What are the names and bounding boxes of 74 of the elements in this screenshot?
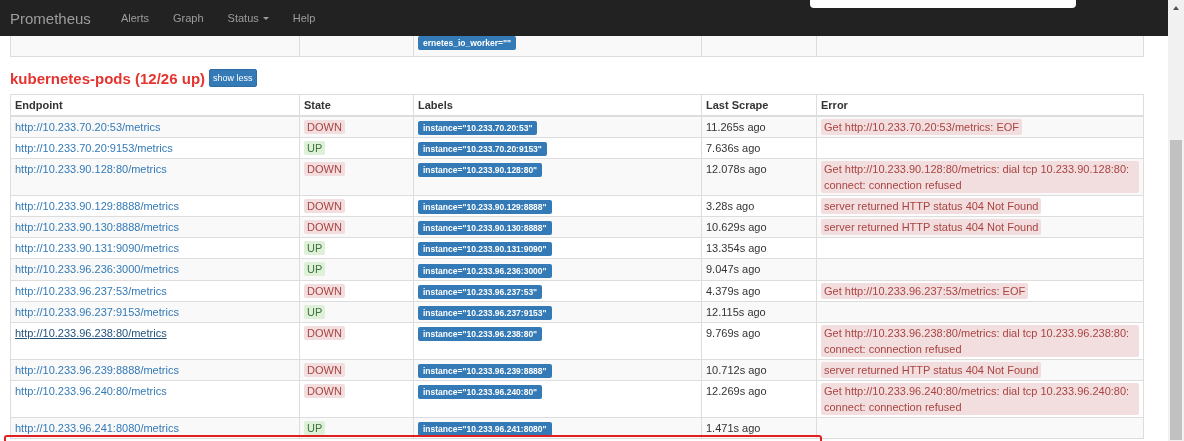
label-tag: instance="10.233.70.20:9153" [418,142,547,157]
last-scrape-text: 12.078s ago [706,163,767,176]
last-scrape-text: 12.115s ago [706,305,766,318]
last-scrape-text: 13.354s ago [706,242,767,255]
column-header: Last Scrape [701,95,816,115]
state-tag: UP [304,420,326,435]
label-tag: ernetes_io_worker="" [418,36,517,51]
column-header: Error [816,95,1143,115]
state-tag: UP [304,304,326,319]
state-tag: DOWN [304,383,345,398]
endpoint-link[interactable]: http://10.233.70.20:9153/metrics [15,142,173,155]
label-tag: instance="10.233.96.238:80" [418,326,543,341]
label-tag: instance="10.233.96.237:9153" [418,305,552,320]
last-scrape-text: 9.769s ago [706,326,761,339]
endpoint-link[interactable]: http://10.233.96.241:8080/metrics [15,421,179,434]
column-header: Labels [413,95,701,115]
endpoint-link[interactable]: http://10.233.96.239:8888/metrics [15,363,179,376]
endpoint-link[interactable]: http://10.233.90.131:9090/metrics [15,242,179,255]
state-tag: DOWN [304,162,345,177]
label-tag: instance="10.233.96.237:53" [418,284,543,299]
caret-icon [262,16,269,20]
label-tag: instance="10.233.96.241:8080" [418,421,552,436]
error-message: Get http://10.233.70.20:53/metrics: EOF [821,119,1023,135]
state-tag: DOWN [304,283,345,298]
label-tag: instance="10.233.96.240:80" [418,384,543,399]
last-scrape-text: 9.047s ago [706,263,761,276]
error-message: Get http://10.233.96.240:80/metrics: dial tcp 10.233.96.240:80: connect: connection refused [821,382,1139,415]
state-tag: UP [304,262,326,277]
endpoint-link[interactable]: http://10.233.90.130:8888/metrics [15,221,179,234]
nav-link[interactable]: Alerts [108,12,161,24]
last-scrape-text: 3.28s ago [706,200,755,213]
last-scrape-text: 1.471s ago [706,421,761,434]
label-tag: instance="10.233.96.236:3000" [418,263,552,278]
endpoint-link[interactable]: http://10.233.70.20:53/metrics [15,121,161,133]
endpoint-link[interactable]: http://10.233.96.240:80/metrics [15,384,167,397]
label-tag: instance="10.233.90.128:80" [418,163,543,178]
state-tag: DOWN [304,120,345,134]
nav-link[interactable]: Help [280,12,328,24]
label-tag: instance="10.233.90.129:8888" [418,200,552,215]
endpoint-link[interactable]: http://10.233.96.237:53/metrics [15,284,167,297]
nav-link[interactable]: Status [215,12,281,24]
label-tag: instance="10.233.90.130:8888" [418,221,552,236]
state-tag: DOWN [304,220,345,235]
column-header: Endpoint [14,98,64,113]
last-scrape-text: 10.629s ago [706,221,767,234]
state-tag: DOWN [304,199,345,214]
endpoint-link[interactable]: http://10.233.96.237:9153/metrics [15,305,179,318]
error-message: Get http://10.233.96.237:53/metrics: EOF [821,282,1029,299]
last-scrape-text: 11.265s ago [706,121,766,133]
label-tag: instance="10.233.90.131:9090" [418,242,552,257]
label-tag: instance="10.233.96.239:8888" [418,363,552,378]
error-message: server returned HTTP status 404 Not Found [821,198,1042,215]
state-tag: DOWN [304,325,345,340]
column-header: State [299,95,413,115]
nav-link[interactable]: Graph [161,12,216,24]
brand-link[interactable]: Prometheus [10,9,91,27]
error-message: server returned HTTP status 404 Not Found [821,361,1042,378]
last-scrape-text: 7.636s ago [706,142,761,155]
last-scrape-text: 12.269s ago [706,384,767,397]
last-scrape-text: 4.379s ago [706,284,761,297]
endpoint-link[interactable]: http://10.233.96.236:3000/metrics [15,263,179,276]
error-message: Get http://10.233.96.238:80/metrics: dial tcp 10.233.96.238:80: connect: connection refused [821,324,1139,357]
show-less-button[interactable]: show less [209,69,257,87]
error-message: Get http://10.233.90.128:80/metrics: dial tcp 10.233.90.128:80: connect: connection refused [821,161,1139,194]
endpoint-link[interactable]: http://10.233.90.129:8888/metrics [15,200,179,213]
section-title: kubernetes-pods (12/26 up) [10,69,206,87]
endpoint-link[interactable]: http://10.233.96.238:80/metrics [15,326,167,339]
state-tag: UP [304,141,326,156]
state-tag: DOWN [304,362,345,377]
last-scrape-text: 10.712s ago [706,363,767,376]
endpoint-link[interactable]: http://10.233.90.128:80/metrics [15,163,167,176]
error-message: server returned HTTP status 404 Not Found [821,219,1042,236]
label-tag: instance="10.233.70.20:53" [418,121,538,136]
state-tag: UP [304,241,326,256]
